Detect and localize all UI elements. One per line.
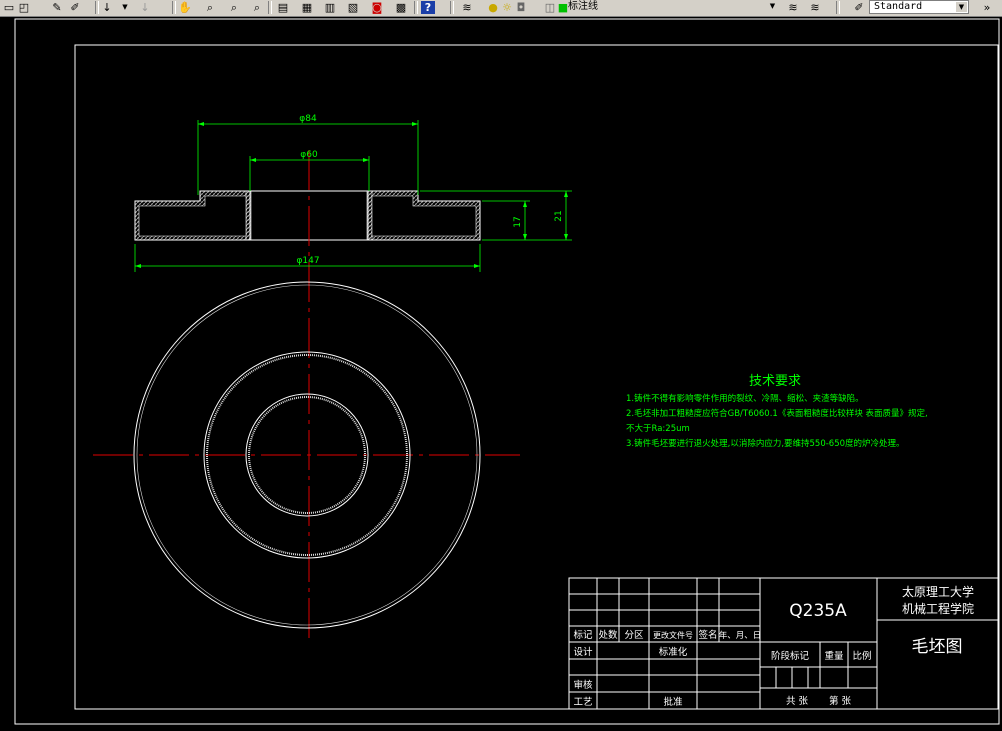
dim-text-h17: 17 bbox=[513, 216, 523, 227]
redo-icon[interactable]: ↓ bbox=[138, 1, 152, 14]
quickcalc-icon[interactable]: ▩ bbox=[394, 1, 408, 14]
sheet-outer-border bbox=[14, 18, 1000, 725]
separator bbox=[836, 1, 840, 14]
tb-header-zone: 分区 bbox=[624, 630, 644, 641]
tech-requirements: 技术要求 1.铸件不得有影响零件作用的裂纹、冷隔、缩松、夹渣等缺陷。 2.毛坯非… bbox=[626, 374, 928, 449]
pencil-icon[interactable]: ✎ bbox=[50, 1, 64, 14]
tb-stage-mark: 阶段标记 bbox=[771, 650, 810, 662]
overflow-icon[interactable]: » bbox=[980, 1, 994, 14]
help-icon[interactable]: ? bbox=[421, 1, 435, 14]
dim-text-d60: φ60 bbox=[300, 150, 318, 160]
layer-dropdown[interactable]: 标注线 ▼ bbox=[481, 0, 781, 14]
tech-req-line2: 2.毛坯非加工粗糙度应符合GB/T6060.1《表面粗糙度比较样块 表面质量》规… bbox=[626, 408, 928, 419]
pan-icon[interactable]: ✋ bbox=[178, 1, 192, 14]
chevron-down-icon[interactable]: ▼ bbox=[956, 2, 967, 12]
tb-weight: 重量 bbox=[824, 650, 844, 662]
tb-header-date: 年、月、日 bbox=[719, 630, 762, 641]
tb-scale: 比例 bbox=[852, 650, 871, 662]
tb-header-count: 处数 bbox=[598, 629, 618, 641]
layer-previous-icon[interactable]: ≋ bbox=[808, 1, 822, 14]
drawing-svg[interactable]: φ84 φ60 φ147 17 21 技术要求 1.铸件不得有影响零件作用的裂纹… bbox=[0, 17, 1002, 727]
drawing-frame bbox=[74, 44, 999, 710]
zoom-window-icon[interactable]: ⌕ bbox=[227, 1, 241, 14]
tb-standardize: 标准化 bbox=[659, 646, 688, 658]
separator bbox=[414, 1, 418, 14]
tb-material: Q235A bbox=[789, 601, 847, 621]
tb-review: 审核 bbox=[573, 679, 593, 691]
layer-name: 标注线 bbox=[568, 1, 598, 12]
sheet-set-icon[interactable]: ▧ bbox=[346, 1, 360, 14]
tool-palette-icon[interactable]: ▥ bbox=[323, 1, 337, 14]
separator bbox=[172, 1, 176, 14]
tech-req-line3: 不大于Ra:25um bbox=[626, 423, 690, 434]
tb-school-line1: 太原理工大学 bbox=[902, 584, 974, 599]
section-view bbox=[134, 150, 481, 640]
undo-dropdown-icon[interactable]: ▼ bbox=[118, 1, 132, 14]
tb-sheets-total: 共 张 bbox=[786, 696, 809, 707]
markup-icon[interactable]: ◙ bbox=[370, 1, 384, 14]
tb-header-sign: 签名 bbox=[698, 629, 717, 641]
new-icon[interactable]: ▭ bbox=[2, 1, 16, 14]
tb-approve: 批准 bbox=[663, 696, 683, 708]
dim-text-d84: φ84 bbox=[299, 114, 317, 124]
title-block-text: 标记 处数 分区 更改文件号 签名 年、月、日 设计 标准化 审核 工艺 批准 … bbox=[573, 584, 974, 708]
tb-process: 工艺 bbox=[573, 697, 592, 708]
tech-req-line1: 1.铸件不得有影响零件作用的裂纹、冷隔、缩松、夹渣等缺陷。 bbox=[626, 393, 864, 404]
zoom-realtime-icon[interactable]: ⌕ bbox=[203, 1, 217, 14]
tech-req-line4: 3.铸件毛坯要进行退火处理,以消除内应力,要维持550-650度的炉冷处理。 bbox=[626, 438, 905, 449]
dim-text-d147: φ147 bbox=[296, 256, 319, 266]
separator bbox=[450, 1, 454, 14]
plan-view bbox=[93, 281, 520, 629]
tb-school-line2: 机械工程学院 bbox=[902, 601, 974, 616]
chevron-down-icon[interactable]: ▼ bbox=[767, 1, 778, 11]
tb-drawing-name: 毛坯图 bbox=[912, 637, 963, 657]
tb-header-mark: 标记 bbox=[573, 629, 593, 641]
open-icon[interactable]: ◰ bbox=[17, 1, 31, 14]
tech-req-title: 技术要求 bbox=[749, 374, 801, 389]
dim-text-h21: 21 bbox=[554, 210, 564, 221]
tb-design: 设计 bbox=[573, 646, 593, 658]
tb-header-change-doc: 更改文件号 bbox=[653, 630, 693, 640]
undo-icon[interactable]: ↓ bbox=[100, 1, 114, 14]
design-center-icon[interactable]: ▦ bbox=[300, 1, 314, 14]
make-current-layer-icon[interactable]: ≋ bbox=[786, 1, 800, 14]
style-dropdown[interactable]: Standard ▼ bbox=[869, 0, 969, 14]
toolbar: ▭ ◰ ✎ ✐ ↓ ▼ ↓ ✋ ⌕ ⌕ ⌕ ▤ ▦ ▥ ▧ ◙ ▩ ? ≋ ● … bbox=[0, 0, 1002, 17]
style-name: Standard bbox=[874, 1, 923, 12]
layer-manager-icon[interactable]: ≋ bbox=[460, 1, 474, 14]
properties-icon[interactable]: ▤ bbox=[276, 1, 290, 14]
tb-sheet-no: 第 张 bbox=[829, 695, 852, 707]
drawing-canvas[interactable]: φ84 φ60 φ147 17 21 技术要求 1.铸件不得有影响零件作用的裂纹… bbox=[0, 17, 1002, 727]
zoom-previous-icon[interactable]: ⌕ bbox=[250, 1, 264, 14]
bore-wall-left bbox=[245, 190, 252, 241]
separator bbox=[268, 1, 272, 14]
text-style-icon[interactable]: ✐ bbox=[852, 1, 866, 14]
separator bbox=[95, 1, 99, 14]
bore-wall-right bbox=[366, 190, 373, 241]
match-properties-icon[interactable]: ✐ bbox=[68, 1, 82, 14]
